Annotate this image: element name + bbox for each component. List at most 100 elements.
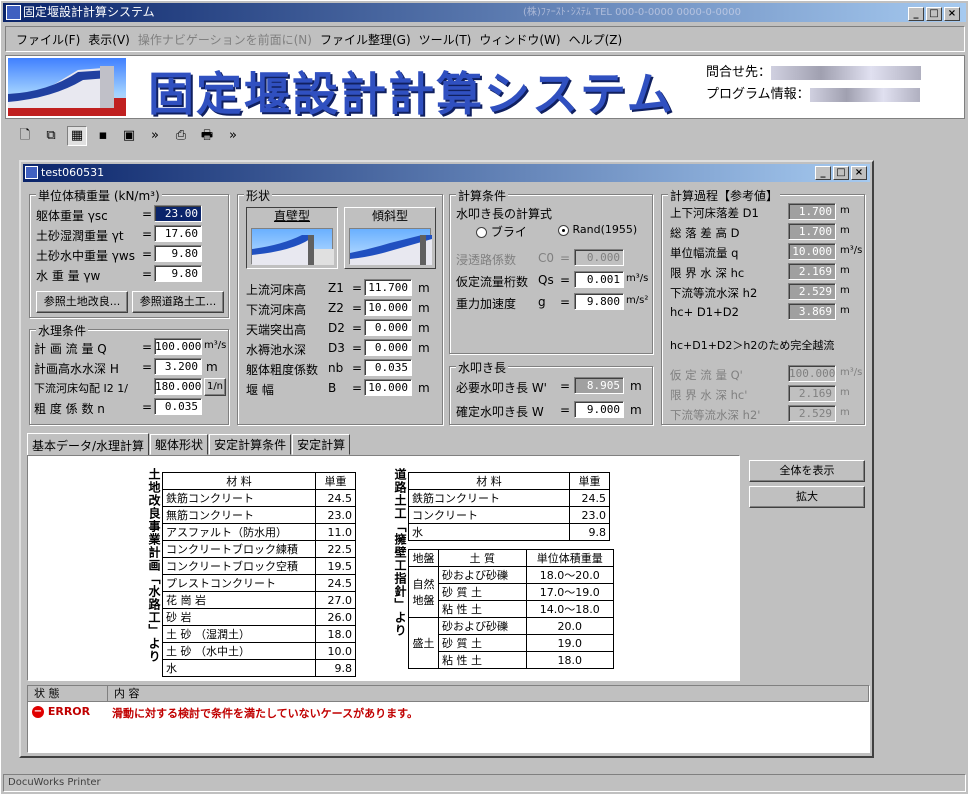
table2-road-earthwork: 材 料単重 鉄筋コンクリート 24.5 コンクリート 23.0 水 9.8	[408, 472, 610, 541]
shape-input-2[interactable]: 0.000	[364, 319, 412, 336]
hydro-input-0[interactable]: 100.000	[154, 338, 202, 355]
table-row: 砂 岩 26.0	[162, 608, 356, 626]
shape-sym-4: nb	[328, 361, 344, 375]
t1-weight-6: 27.0	[315, 591, 356, 609]
print-preview-icon[interactable]: 🖶	[197, 126, 217, 146]
new-file-icon[interactable]: 🗋	[15, 126, 35, 146]
slope-type-button[interactable]: 傾斜型	[344, 207, 436, 269]
shape-input-0[interactable]: 11.700	[364, 279, 412, 296]
t2-head-0: 材 料	[408, 472, 570, 490]
radio-rand[interactable]: Rand(1955)	[558, 223, 637, 236]
table-row: 自然地盤 砂および砂礫 18.0～20.0	[408, 566, 614, 618]
toolbar-more-icon[interactable]: »	[145, 126, 165, 146]
save-icon[interactable]: ▪	[93, 126, 113, 146]
calc-label-0: 浸透路係数	[456, 253, 517, 267]
hydro-input-1[interactable]: 3.200	[154, 358, 202, 375]
process-note: hc+D1+D2＞h2のため完全越流	[670, 339, 835, 352]
zoom-button[interactable]: 拡大	[749, 486, 865, 508]
vertical-wall-image	[251, 228, 334, 265]
t3-soil-5: 粘 性 土	[438, 651, 527, 669]
hydro-label-3: 粗 度 係 数 n	[34, 402, 105, 416]
calc-sym-1: Qs	[538, 273, 554, 287]
shape-input-4[interactable]: 0.035	[364, 359, 412, 376]
radio-bligh[interactable]: ブライ	[476, 223, 527, 240]
ref-land-improvement-button[interactable]: 参照土地改良...	[36, 291, 128, 313]
apron-required-value: 8.905	[574, 377, 624, 394]
radio-rand-icon[interactable]	[558, 224, 569, 236]
shape-input-3[interactable]: 0.000	[364, 339, 412, 356]
menu-help[interactable]: ヘルプ(Z)	[569, 31, 623, 48]
log-row[interactable]: − ERROR 滑動に対する検討で条件を満たしていないケースがあります。	[28, 702, 869, 724]
menu-file[interactable]: ファイル(F)	[16, 31, 80, 48]
hydro-input-2[interactable]: 180.000	[154, 378, 202, 395]
hydro-label-2: 下流河床勾配 I2 1/	[34, 382, 128, 395]
contact-value-blurred	[771, 65, 922, 80]
t1-material-2: アスファルト（防水用）	[162, 523, 316, 541]
calc-unit-2: m/s²	[626, 295, 649, 306]
process-unit-3: m	[840, 265, 850, 276]
tab-body-shape[interactable]: 躯体形状	[150, 434, 209, 455]
unit-weight-label-2: 土砂水中重量 γws	[36, 249, 135, 263]
unit-weight-input-3[interactable]: 9.80	[154, 265, 202, 282]
weir-logo-icon	[8, 66, 126, 116]
minimize-button[interactable]: _	[908, 7, 924, 21]
unit-weight-input-1[interactable]: 17.60	[154, 225, 202, 242]
shape-label-5: 堰 幅	[246, 383, 274, 397]
t3-soil-4: 砂 質 土	[438, 634, 527, 652]
save-as-icon[interactable]: ▣	[119, 126, 139, 146]
t3-soil-3: 砂および砂礫	[438, 617, 527, 635]
process2-value-1: 2.169	[788, 385, 836, 402]
shape-input-1[interactable]: 10.000	[364, 299, 412, 316]
tab-basic-data[interactable]: 基本データ/水理計算	[27, 433, 150, 456]
banner: 固定堰設計計算システム 問合せ先： プログラム情報：	[5, 55, 965, 121]
table-row: 粘 性 土 14.0～18.0	[409, 600, 614, 618]
process-unit-4: m	[840, 285, 850, 296]
menu-window[interactable]: ウィンドウ(W)	[479, 31, 560, 48]
page-setup-icon[interactable]: ▦	[67, 126, 87, 146]
radio-bligh-icon[interactable]	[476, 227, 487, 238]
show-all-button[interactable]: 全体を表示	[749, 460, 865, 482]
process2-label-0: 仮 定 流 量 Q'	[670, 368, 743, 382]
unit-weight-input-2[interactable]: 9.80	[154, 245, 202, 262]
unit-weight-input-0[interactable]: 23.00	[154, 205, 202, 222]
calc-input-2[interactable]: 9.800	[574, 293, 624, 310]
menu-file-organize[interactable]: ファイル整理(G)	[320, 31, 411, 48]
t1-weight-5: 24.5	[315, 574, 356, 592]
tab-stability-calc[interactable]: 安定計算	[292, 434, 351, 455]
apron-unit-1: m	[630, 403, 642, 417]
ref-road-earthwork-button[interactable]: 参照道路土工...	[132, 291, 224, 313]
copy-icon[interactable]: ⧉	[41, 126, 61, 146]
shape-sym-3: D3	[328, 341, 345, 355]
t1-material-7: 砂 岩	[162, 608, 316, 626]
menu-tools[interactable]: ツール(T)	[419, 31, 472, 48]
t2-material-1: コンクリート	[408, 506, 570, 524]
calc-input-1[interactable]: 0.001	[574, 271, 624, 288]
menu-bar: ファイル(F) 表示(V) 操作ナビゲーションを前面に(N) ファイル整理(G)…	[5, 26, 965, 52]
gradient-1n-button[interactable]: 1/n	[204, 378, 226, 396]
menu-view[interactable]: 表示(V)	[88, 31, 130, 48]
t3-soil-1: 砂 質 土	[438, 583, 527, 601]
maximize-button[interactable]: □	[926, 7, 942, 21]
toolbar-more-icon-2[interactable]: »	[223, 126, 243, 146]
process-label-0: 上下河床落差 D1	[670, 206, 759, 220]
process-unit-1: m	[840, 225, 850, 236]
doc-minimize-button[interactable]: _	[815, 166, 831, 180]
apron-final-input[interactable]: 9.000	[574, 401, 624, 418]
doc-close-button[interactable]: ×	[851, 166, 867, 180]
vertical-wall-type-button[interactable]: 直壁型	[246, 207, 338, 269]
print-icon[interactable]: ⎙	[171, 126, 191, 146]
menu-navigation[interactable]: 操作ナビゲーションを前面に(N)	[138, 31, 312, 48]
t1-weight-9: 10.0	[315, 642, 356, 660]
unit-weight-label-0: 躯体重量 γsc	[36, 209, 108, 223]
t3-weight-5: 18.0	[525, 651, 614, 669]
doc-maximize-button[interactable]: □	[833, 166, 849, 180]
hydro-input-3[interactable]: 0.035	[154, 398, 202, 415]
calc-input-0[interactable]: 0.000	[574, 249, 624, 266]
log-message: 滑動に対する検討で条件を満たしていないケースがあります。	[112, 707, 419, 720]
t1-material-0: 鉄筋コンクリート	[162, 489, 316, 507]
tab-stability-conditions[interactable]: 安定計算条件	[209, 434, 292, 455]
close-button[interactable]: ×	[944, 7, 960, 21]
slope-caption: 傾斜型	[371, 209, 408, 223]
shape-sym-1: Z2	[328, 301, 344, 315]
shape-input-5[interactable]: 10.000	[364, 379, 412, 396]
